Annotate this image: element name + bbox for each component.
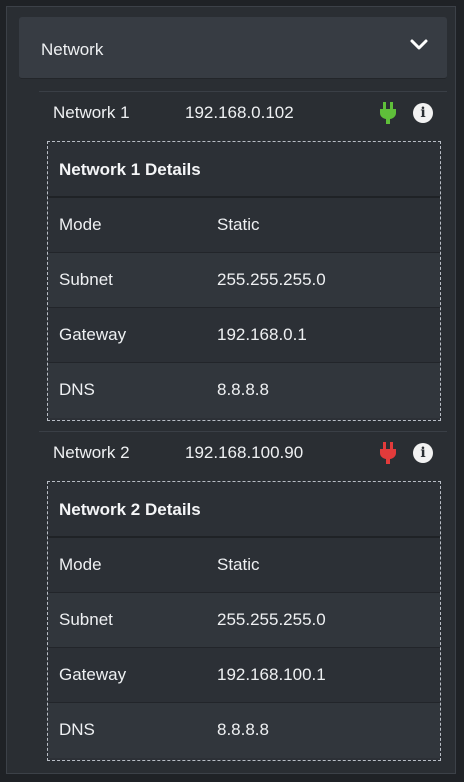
detail-row-dns: DNS 8.8.8.8 bbox=[48, 363, 440, 418]
detail-value: 255.255.255.0 bbox=[217, 610, 326, 629]
detail-value: 255.255.255.0 bbox=[217, 270, 326, 289]
detail-row-gateway: Gateway 192.168.100.1 bbox=[48, 648, 440, 703]
network-ip: 192.168.100.90 bbox=[185, 443, 304, 462]
chevron-down-icon[interactable] bbox=[409, 35, 429, 55]
detail-label: DNS bbox=[59, 380, 95, 399]
detail-row-dns: DNS 8.8.8.8 bbox=[48, 703, 440, 758]
detail-value: 8.8.8.8 bbox=[217, 380, 269, 399]
plug-connected-icon bbox=[380, 102, 396, 124]
info-icon[interactable]: i bbox=[413, 103, 433, 123]
details-title: Network 1 Details bbox=[48, 142, 440, 198]
network-name: Network 2 bbox=[53, 443, 130, 462]
details-title: Network 2 Details bbox=[48, 482, 440, 538]
detail-label: Gateway bbox=[59, 325, 127, 344]
detail-value: 192.168.0.1 bbox=[217, 325, 307, 344]
network-2-row: Network 2 192.168.100.90 i bbox=[39, 431, 447, 475]
detail-label: Gateway bbox=[59, 665, 127, 684]
network-1-row: Network 1 192.168.0.102 i bbox=[39, 91, 447, 135]
detail-value: Static bbox=[217, 555, 260, 574]
network-panel: Network Network 1 192.168.0.102 i Networ… bbox=[6, 6, 456, 774]
detail-label: Subnet bbox=[59, 610, 113, 629]
plug-disconnected-icon bbox=[380, 442, 396, 464]
detail-value: 8.8.8.8 bbox=[217, 720, 269, 739]
detail-row-mode: Mode Static bbox=[48, 198, 440, 253]
detail-label: Mode bbox=[59, 215, 102, 234]
network-ip: 192.168.0.102 bbox=[185, 103, 294, 122]
info-icon[interactable]: i bbox=[413, 443, 433, 463]
detail-row-gateway: Gateway 192.168.0.1 bbox=[48, 308, 440, 363]
network-name: Network 1 bbox=[53, 103, 130, 122]
detail-row-subnet: Subnet 255.255.255.0 bbox=[48, 253, 440, 308]
detail-value: 192.168.100.1 bbox=[217, 665, 326, 684]
network-2-details: Network 2 Details Mode Static Subnet 255… bbox=[47, 481, 441, 761]
detail-row-subnet: Subnet 255.255.255.0 bbox=[48, 593, 440, 648]
network-accordion-header[interactable]: Network bbox=[19, 17, 447, 79]
panel-title: Network bbox=[41, 40, 104, 59]
detail-label: Mode bbox=[59, 555, 102, 574]
detail-label: DNS bbox=[59, 720, 95, 739]
detail-value: Static bbox=[217, 215, 260, 234]
network-1-details: Network 1 Details Mode Static Subnet 255… bbox=[47, 141, 441, 421]
detail-label: Subnet bbox=[59, 270, 113, 289]
detail-row-mode: Mode Static bbox=[48, 538, 440, 593]
